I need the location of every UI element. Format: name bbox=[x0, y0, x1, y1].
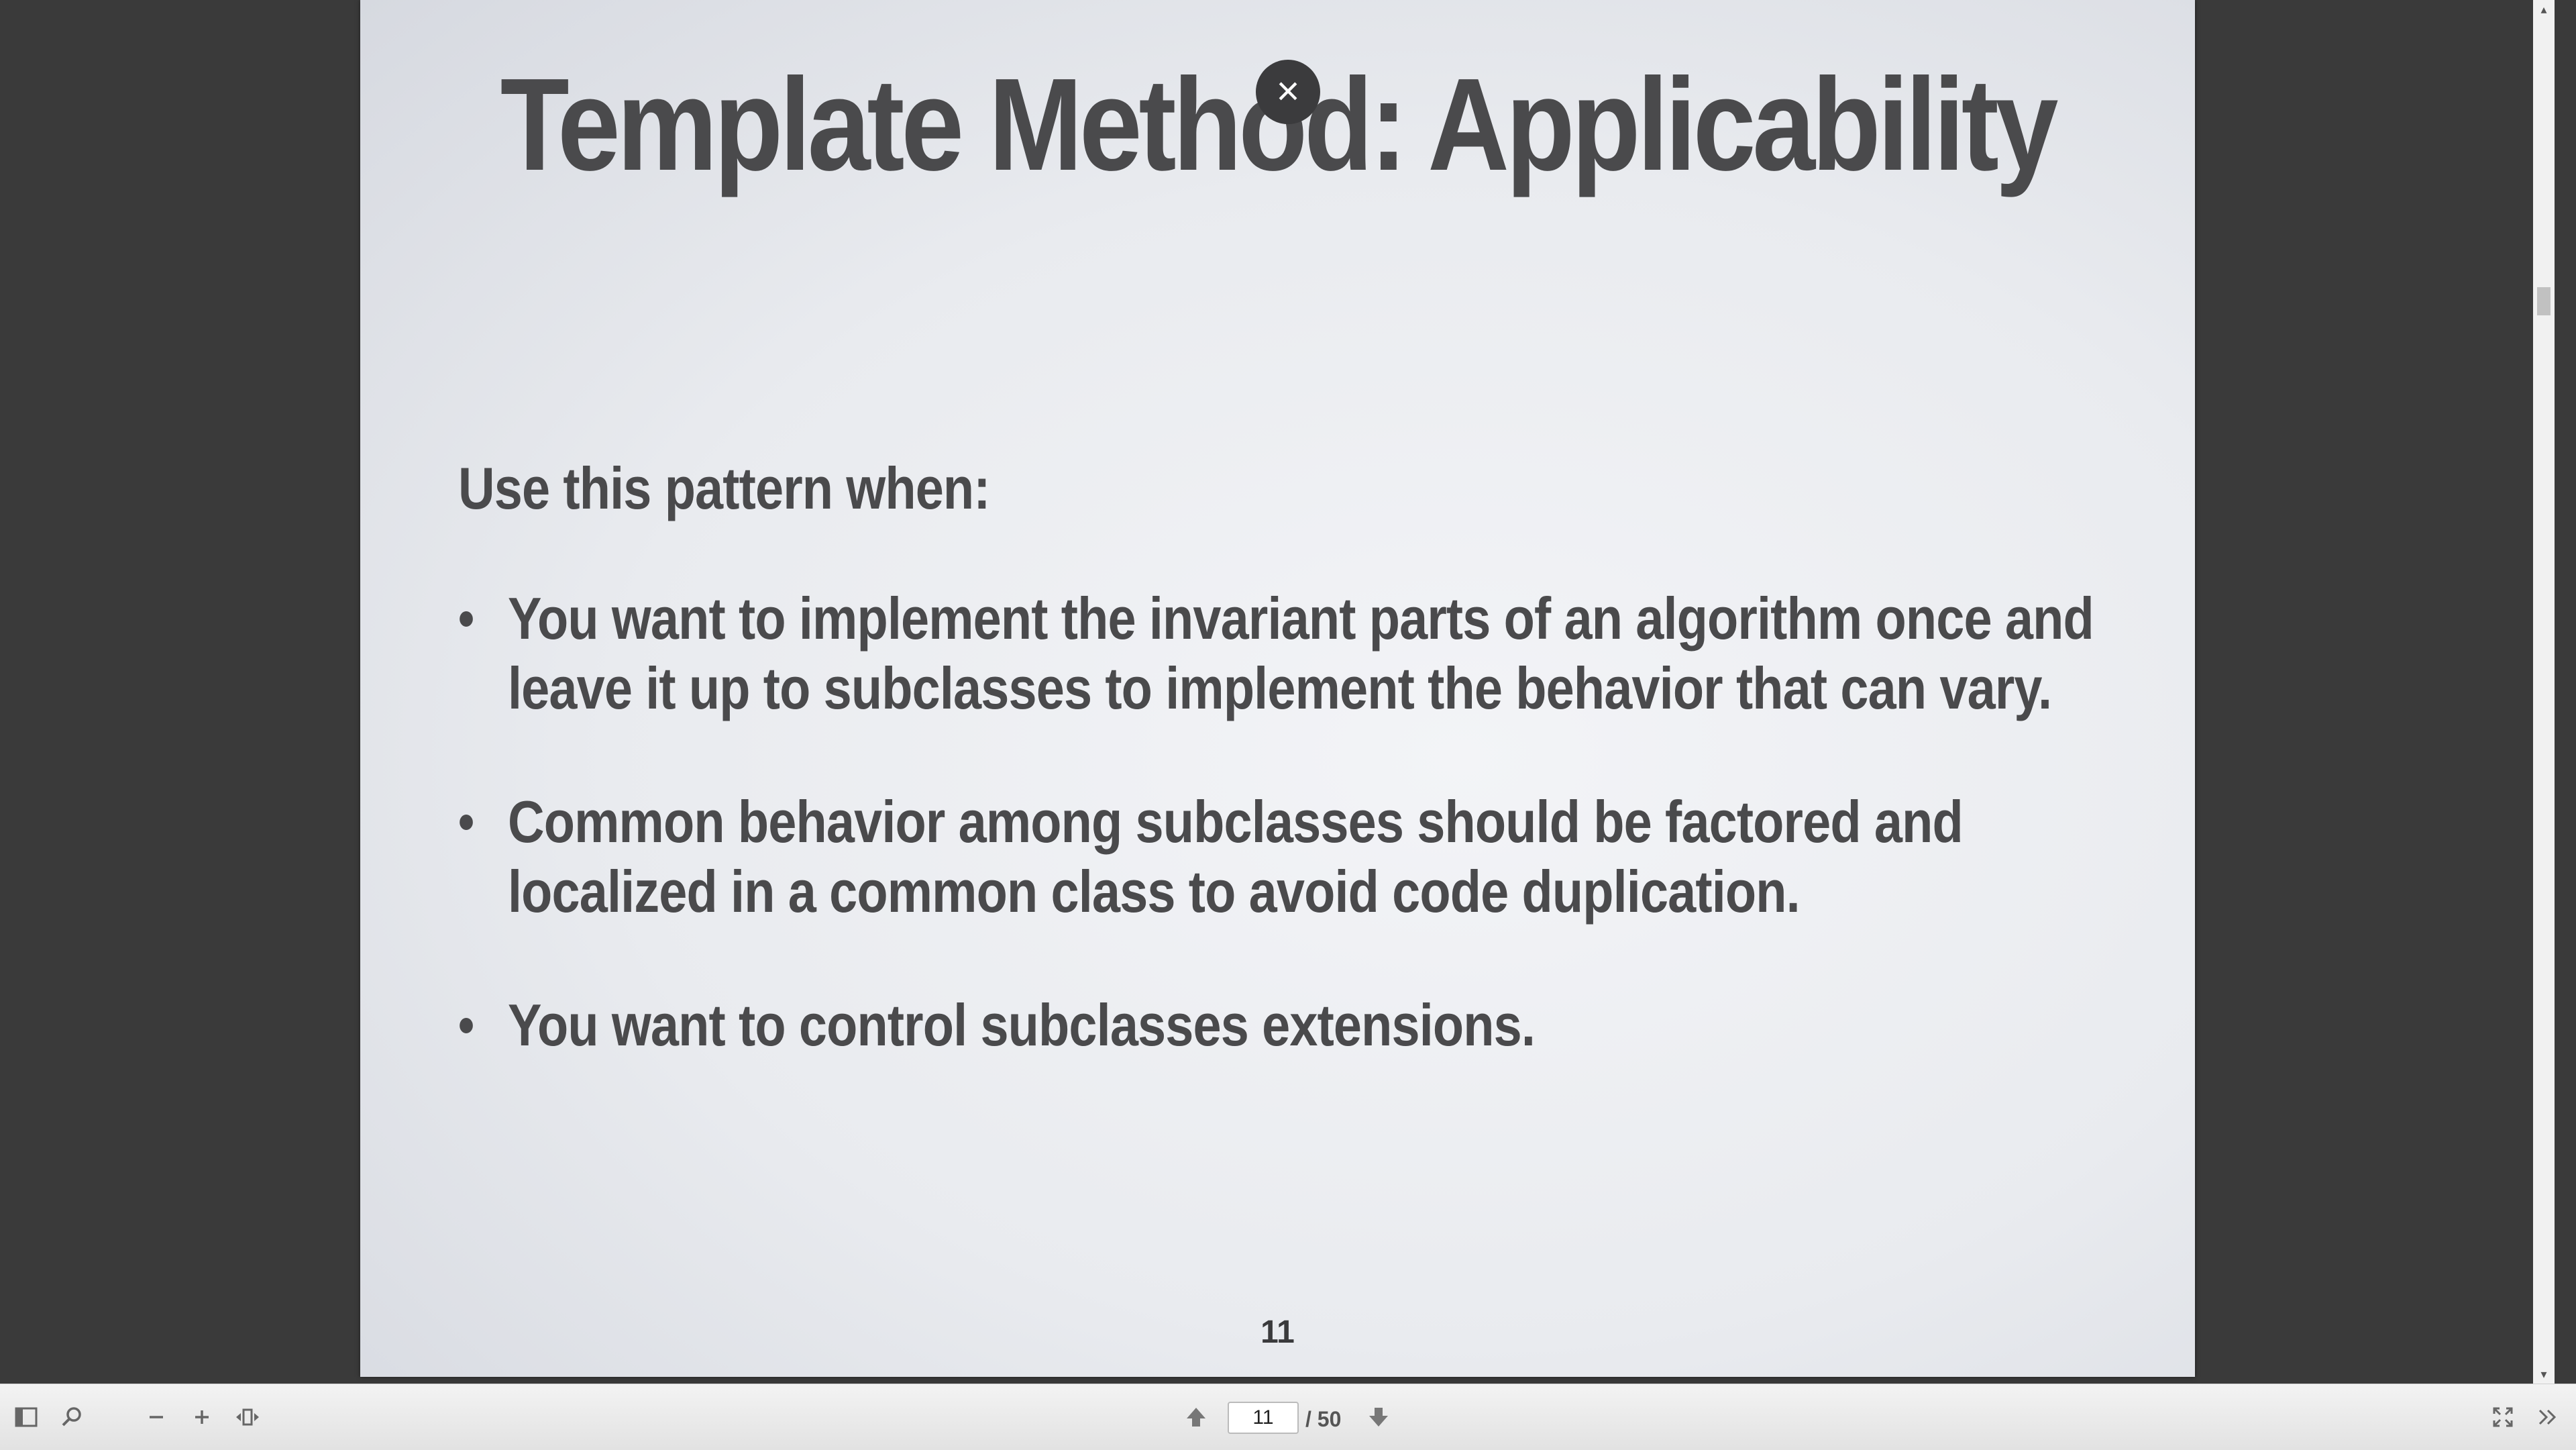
page-number-input[interactable] bbox=[1228, 1402, 1299, 1434]
zoom-out-icon[interactable] bbox=[141, 1402, 172, 1433]
zoom-in-icon[interactable] bbox=[186, 1402, 217, 1433]
scroll-down-arrow-icon[interactable]: ▾ bbox=[2533, 1365, 2555, 1384]
viewer-toolbar: / 50 bbox=[0, 1384, 2576, 1450]
close-button[interactable]: × bbox=[1256, 60, 1320, 124]
previous-page-icon[interactable] bbox=[1181, 1402, 1212, 1433]
bullet-icon: • bbox=[458, 588, 474, 648]
scroll-up-arrow-icon[interactable]: ▴ bbox=[2533, 0, 2555, 19]
bullet-text: Common behavior among subclasses should … bbox=[507, 788, 1964, 925]
slide-number: 11 bbox=[1260, 1314, 1295, 1350]
bullet-text: You want to control subclasses extension… bbox=[507, 992, 1536, 1058]
close-icon: × bbox=[1276, 68, 1300, 113]
page-total: / 50 bbox=[1305, 1407, 1342, 1431]
bullet-text: You want to implement the invariant part… bbox=[507, 585, 2094, 721]
search-icon[interactable] bbox=[56, 1402, 87, 1433]
more-tools-icon[interactable] bbox=[2533, 1402, 2564, 1433]
sidebar-toggle-icon[interactable] bbox=[11, 1402, 42, 1433]
slide-page: Template Method: Applicability Use this … bbox=[360, 0, 2195, 1377]
next-page-icon[interactable] bbox=[1363, 1402, 1394, 1433]
list-item: • Common behavior among subclasses shoul… bbox=[458, 787, 2146, 927]
bullet-icon: • bbox=[458, 995, 474, 1055]
list-item: • You want to implement the invariant pa… bbox=[458, 584, 2146, 723]
scroll-thumb[interactable] bbox=[2537, 287, 2551, 315]
vertical-scrollbar[interactable]: ▴ ▾ bbox=[2533, 0, 2555, 1384]
bullet-list: • You want to implement the invariant pa… bbox=[458, 584, 2176, 1124]
fit-page-icon[interactable] bbox=[232, 1402, 263, 1433]
document-viewer: Template Method: Applicability Use this … bbox=[0, 0, 2555, 1384]
list-item: • You want to control subclasses extensi… bbox=[458, 990, 2146, 1060]
slide-intro: Use this pattern when: bbox=[458, 455, 991, 521]
fullscreen-icon[interactable] bbox=[2487, 1402, 2518, 1433]
bullet-icon: • bbox=[458, 792, 474, 851]
